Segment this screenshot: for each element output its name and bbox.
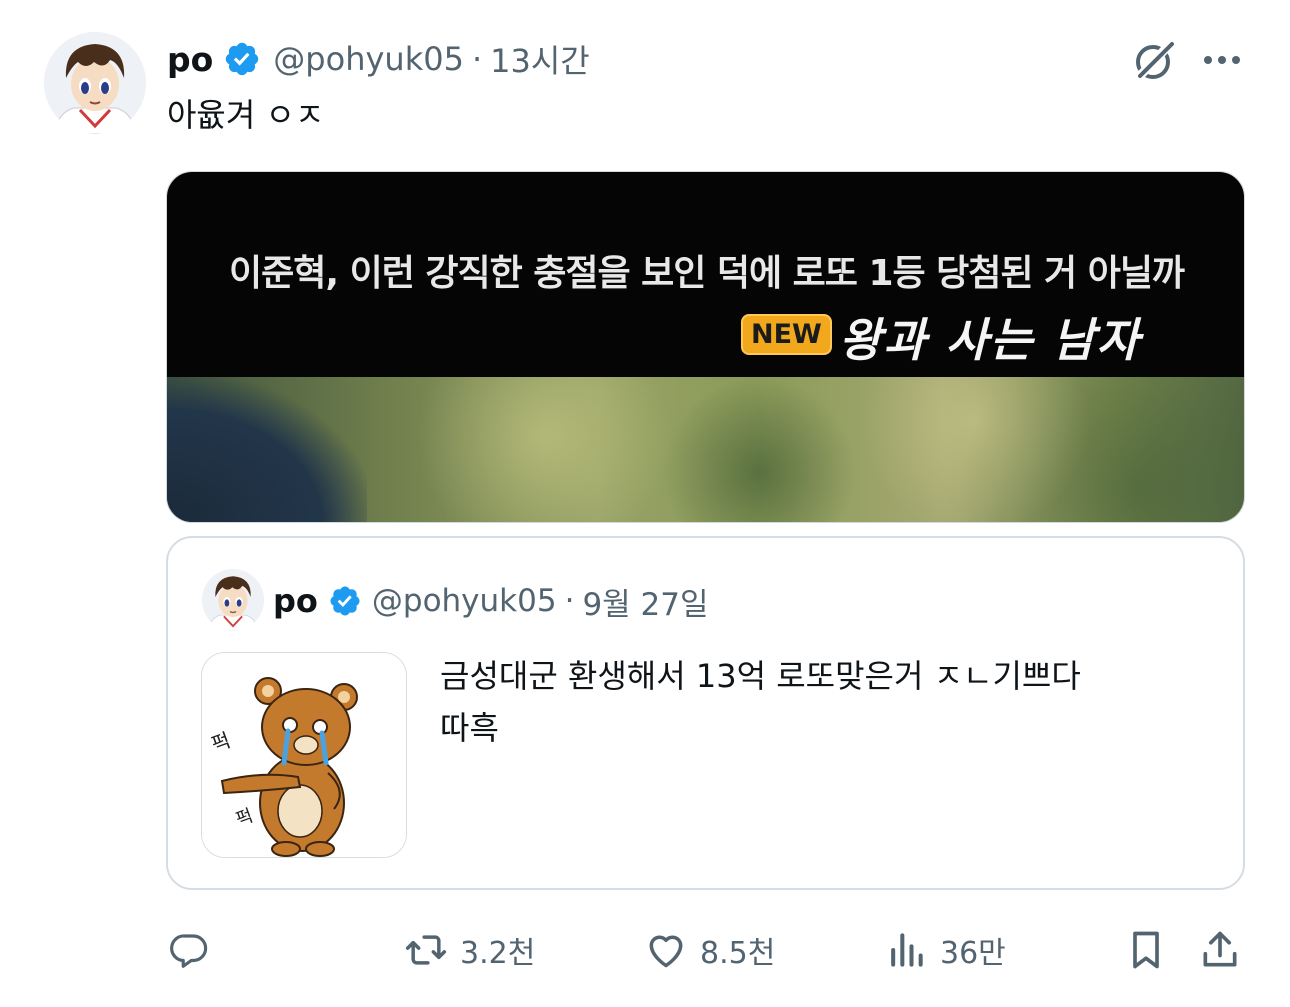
tweet-text: 아윲겨 ㅇㅈ [167, 96, 325, 134]
separator-dot: · [564, 583, 575, 619]
verified-badge-icon [226, 42, 259, 76]
tweet-header: po @pohyuk05 · 13시간 [167, 36, 590, 82]
tweet-media[interactable]: 이준혁, 이런 강직한 충절을 보인 덕에 로또 1등 당첨된 거 아닐까 NE… [166, 171, 1245, 523]
quoted-tweet[interactable]: po @pohyuk05 · 9월 27일 퍽 퍽 금성대군 환생해서 13억 … [166, 536, 1245, 890]
quoted-text: 금성대군 환생해서 13억 로또맞은거 ㅈㄴ기쁘다 따흑 [440, 650, 1200, 754]
grok-icon[interactable] [1130, 36, 1178, 84]
quoted-time: 9월 27일 [582, 586, 709, 623]
reply-button[interactable] [168, 920, 222, 980]
quoted-avatar[interactable] [202, 569, 264, 631]
share-button[interactable] [1198, 920, 1242, 980]
quoted-media-thumbnail[interactable]: 퍽 퍽 [201, 652, 407, 858]
quoted-author-name: po [273, 582, 318, 620]
separator-dot: · [471, 40, 483, 78]
media-caption: 이준혁, 이런 강직한 충절을 보인 덕에 로또 1등 당첨된 거 아닐까 [229, 253, 1185, 294]
author-handle[interactable]: @pohyuk05 [273, 40, 464, 78]
share-icon [1203, 931, 1237, 967]
tweet[interactable]: po @pohyuk05 · 13시간 아윲겨 ㅇㅈ 이준혁, 이런 강직한 충… [0, 0, 1290, 1007]
retweet-icon [405, 935, 447, 965]
more-options-icon[interactable] [1198, 42, 1246, 78]
quoted-author-handle: @pohyuk05 [371, 583, 557, 619]
quoted-header: po @pohyuk05 · 9월 27일 [273, 578, 709, 624]
like-button[interactable]: 8.5천 [644, 920, 775, 980]
verified-badge-icon [330, 586, 360, 616]
media-photo-subject [167, 377, 367, 522]
heart-icon [649, 935, 683, 968]
views-icon [891, 933, 923, 967]
quoted-text-line: 금성대군 환생해서 13억 로또맞은거 ㅈㄴ기쁘다 [440, 657, 1081, 695]
author-name[interactable]: po [167, 40, 213, 79]
retweet-button[interactable]: 3.2천 [404, 920, 535, 980]
tweet-time[interactable]: 13시간 [490, 36, 590, 82]
action-bar: 3.2천 8.5천 36만 [0, 920, 1290, 980]
reply-icon [170, 934, 208, 968]
views-button[interactable]: 36만 [884, 920, 1006, 980]
media-banner: 이준혁, 이런 강직한 충절을 보인 덕에 로또 1등 당첨된 거 아닐까 NE… [167, 172, 1244, 377]
like-count: 8.5천 [700, 936, 776, 971]
quoted-text-line: 따흑 [440, 709, 499, 747]
retweet-count: 3.2천 [460, 936, 536, 971]
new-badge: NEW [741, 314, 832, 355]
bookmark-icon [1133, 931, 1159, 969]
show-title: 왕과 사는 남자 [839, 313, 1141, 367]
bookmark-button[interactable] [1124, 920, 1168, 980]
views-count: 36만 [940, 936, 1006, 971]
avatar[interactable] [44, 32, 146, 134]
